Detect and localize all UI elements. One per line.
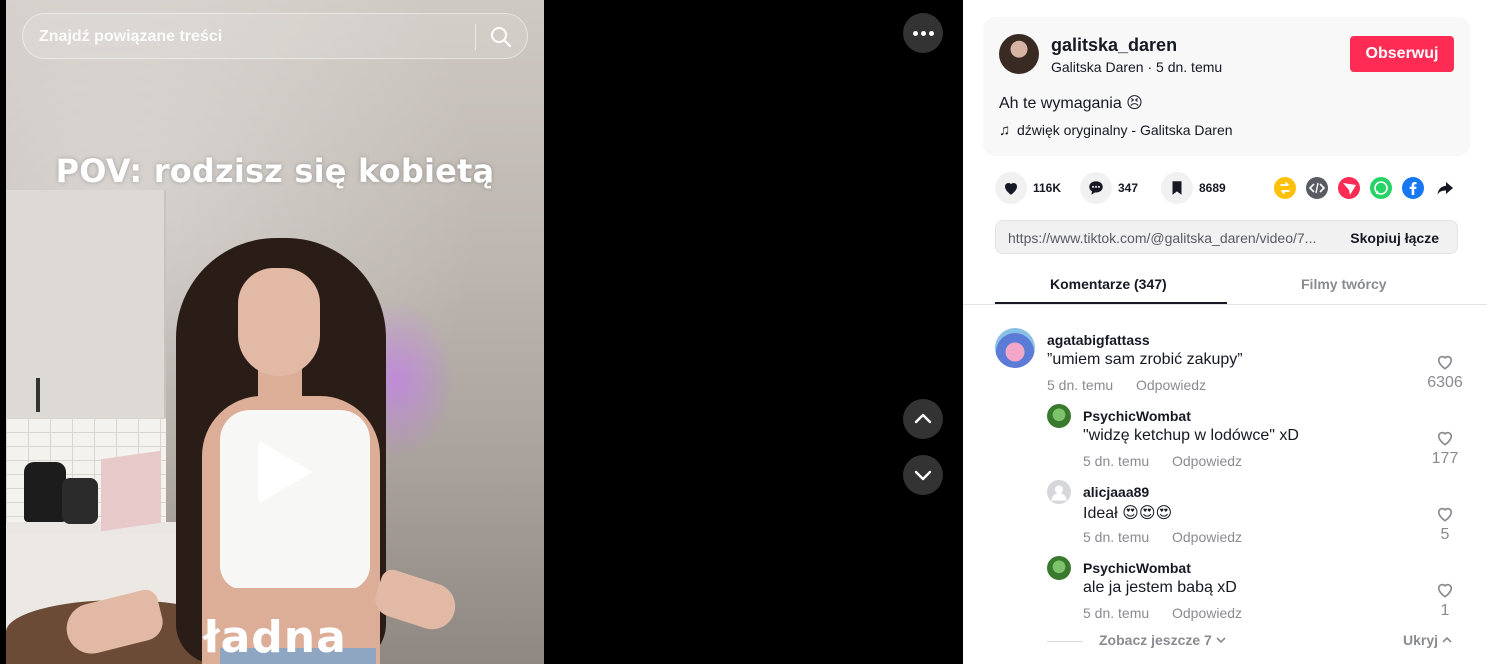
bookmark-icon — [1161, 172, 1193, 204]
heart-outline-icon — [1437, 583, 1453, 598]
hide-label: Ukryj — [1403, 632, 1439, 648]
comment-like-count: 177 — [1431, 450, 1459, 467]
comment-time: 5 dn. temu — [1083, 605, 1150, 621]
comment-text: ale ja jestem babą xD — [1083, 579, 1237, 596]
copy-link-button[interactable]: Skopiuj łącze — [1350, 230, 1439, 246]
search-divider — [475, 24, 476, 50]
author-avatar[interactable] — [999, 34, 1039, 74]
avatar[interactable] — [1047, 556, 1071, 580]
video-scene-handle — [36, 378, 40, 412]
author-username[interactable]: galitska_daren — [1051, 35, 1177, 56]
comment-username[interactable]: PsychicWombat — [1083, 560, 1191, 576]
more-dot-icon — [929, 31, 934, 36]
comment-username[interactable]: PsychicWombat — [1083, 408, 1191, 424]
embed-icon[interactable] — [1306, 177, 1328, 199]
video-caption-overlay: POV: rodzisz się kobietą — [55, 152, 495, 190]
video-player[interactable]: POV: rodzisz się kobietą ładna — [6, 0, 544, 664]
chevron-down-icon — [1216, 637, 1226, 644]
comment-time: 5 dn. temu — [1083, 529, 1150, 545]
comment-text: ”umiem sam zrobić zakupy” — [1047, 351, 1243, 368]
view-more-replies-button[interactable]: Zobacz jeszcze 7 — [1099, 632, 1226, 648]
tabs-bar: Komentarze (347) Filmy twórcy — [963, 262, 1487, 305]
music-title: dźwięk oryginalny - Galitska Daren — [1017, 122, 1233, 138]
search-placeholder: Znajdź powiązane treści — [39, 28, 223, 45]
tab-creator-videos[interactable]: Filmy twórcy — [1301, 276, 1387, 292]
next-video-button[interactable] — [903, 455, 943, 495]
music-note-icon: ♫ — [999, 122, 1011, 139]
reply-button[interactable]: Odpowiedz — [1172, 453, 1242, 469]
action-bar: 116K 347 8689 — [995, 172, 1455, 204]
comment-icon — [1080, 172, 1112, 204]
facebook-icon[interactable] — [1402, 177, 1424, 199]
avatar[interactable] — [995, 328, 1035, 368]
video-scene-box — [101, 450, 161, 532]
avatar[interactable] — [1047, 404, 1071, 428]
save-count: 8689 — [1199, 181, 1226, 195]
music-link[interactable]: ♫ dźwięk oryginalny - Galitska Daren — [999, 122, 1233, 139]
chevron-up-icon — [1442, 636, 1452, 643]
comment-text: Ideał 😍😍😍 — [1083, 505, 1173, 522]
comment-username[interactable]: alicjaaa89 — [1083, 484, 1149, 500]
previous-video-button[interactable] — [903, 399, 943, 439]
related-search-input[interactable]: Znajdź powiązane treści — [22, 13, 528, 59]
like-count: 116K — [1033, 181, 1062, 195]
comment-count: 347 — [1118, 181, 1139, 195]
heart-outline-icon — [1437, 507, 1453, 522]
default-avatar-icon — [1051, 485, 1067, 501]
video-url[interactable]: https://www.tiktok.com/@galitska_daren/v… — [1008, 230, 1333, 246]
replies-divider — [1047, 641, 1083, 642]
video-scene-kettle — [24, 462, 66, 522]
hide-replies-button[interactable]: Ukryj — [1403, 632, 1452, 648]
video-scene-cabinet — [6, 190, 166, 420]
comment-time: 5 dn. temu — [1083, 453, 1150, 469]
whatsapp-icon[interactable] — [1370, 177, 1392, 199]
reply-button[interactable]: Odpowiedz — [1172, 605, 1242, 621]
avatar[interactable] — [1047, 480, 1071, 504]
comment-like-count: 5 — [1440, 526, 1450, 543]
comment-like-button[interactable]: 1 — [1423, 580, 1467, 620]
repost-icon[interactable] — [1274, 177, 1296, 199]
share-arrow-icon[interactable] — [1434, 177, 1456, 199]
author-card: galitska_daren Galitska Daren · 5 dn. te… — [983, 17, 1470, 156]
comment-like-count: 6306 — [1427, 374, 1463, 391]
chevron-down-icon — [914, 470, 932, 481]
heart-outline-icon — [1437, 355, 1453, 370]
view-more-label: Zobacz jeszcze 7 — [1099, 632, 1212, 648]
side-panel: galitska_daren Galitska Daren · 5 dn. te… — [963, 0, 1487, 664]
video-area[interactable]: POV: rodzisz się kobietą ładna Znajdź po… — [0, 0, 963, 664]
more-options-button[interactable] — [903, 13, 943, 53]
video-person-face — [238, 268, 320, 376]
comment-like-button[interactable]: 177 — [1423, 428, 1467, 468]
more-dot-icon — [913, 31, 918, 36]
video-scene-appliance — [62, 478, 98, 524]
reply-button[interactable]: Odpowiedz — [1172, 529, 1242, 545]
more-dot-icon — [921, 31, 926, 36]
comment-username[interactable]: agatabigfattass — [1047, 332, 1150, 348]
author-meta: Galitska Daren · 5 dn. temu — [1051, 59, 1223, 75]
follow-button[interactable]: Obserwuj — [1350, 36, 1454, 72]
play-icon[interactable] — [258, 440, 312, 504]
comment-like-count: 1 — [1440, 602, 1450, 619]
comment-like-button[interactable]: 5 — [1423, 504, 1467, 544]
search-icon[interactable] — [489, 25, 513, 49]
heart-outline-icon — [1437, 431, 1453, 446]
reply-button[interactable]: Odpowiedz — [1136, 377, 1206, 393]
video-description: Ah te wymagania 😣 — [999, 95, 1143, 112]
comment-like-button[interactable]: 6306 — [1415, 352, 1475, 392]
chevron-up-icon — [914, 413, 932, 424]
replies-footer: Zobacz jeszcze 7 Ukryj — [1047, 632, 1467, 652]
heart-icon — [995, 172, 1027, 204]
comment-text: "widzę ketchup w lodówce" xD — [1083, 427, 1299, 444]
active-tab-indicator — [995, 302, 1227, 304]
comment-time: 5 dn. temu — [1047, 377, 1114, 393]
tab-comments[interactable]: Komentarze (347) — [1050, 276, 1167, 292]
copy-link-box: https://www.tiktok.com/@galitska_daren/v… — [995, 220, 1458, 254]
video-caption-word: ładna — [203, 612, 347, 663]
send-icon[interactable] — [1338, 177, 1360, 199]
